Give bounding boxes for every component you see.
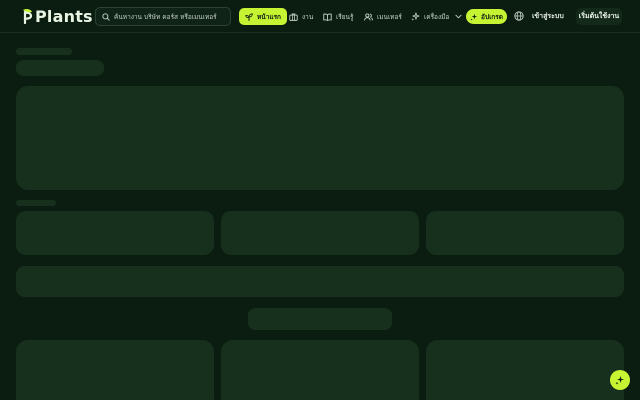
nav-item-mentors[interactable]: เมนเทอร์ (364, 8, 402, 25)
users-icon (364, 12, 373, 21)
nav-item-label: เรียนรู้ (336, 12, 354, 21)
skeleton-banner (16, 266, 624, 297)
chevron-down-icon (455, 14, 462, 19)
top-nav: Plants หน้าแรก (0, 0, 640, 33)
skeleton-heading (16, 60, 104, 76)
sparkle-icon (411, 12, 420, 21)
login-link[interactable]: เข้าสู่ระบบ (532, 11, 564, 22)
sparkle-icon (615, 376, 624, 385)
nav-item-tools[interactable]: เครื่องมือ (411, 8, 462, 25)
get-started-label: เริ่มต้นใช้งาน (578, 12, 620, 20)
search-icon (102, 12, 110, 21)
skeleton-card (221, 340, 419, 400)
skeleton-card (16, 340, 214, 400)
skeleton-eyebrow (16, 48, 72, 55)
nav-item-learn[interactable]: เรียนรู้ (323, 8, 353, 25)
upgrade-label: อัปเกรด (481, 12, 503, 21)
upgrade-button[interactable]: อัปเกรด (466, 9, 507, 24)
globe-icon[interactable] (514, 11, 524, 21)
nav-item-home[interactable]: หน้าแรก (239, 8, 287, 25)
leaf-logo-icon (23, 8, 33, 24)
brand-logo[interactable]: Plants (22, 5, 93, 27)
nav-item-label: หน้าแรก (257, 12, 281, 21)
briefcase-icon (289, 12, 298, 21)
skeleton-tab-bar (248, 308, 392, 330)
sprout-icon (245, 12, 253, 21)
search-input[interactable] (114, 9, 230, 24)
sparkle-icon (470, 13, 478, 21)
page: Plants หน้าแรก (0, 0, 640, 400)
skeleton-card (426, 211, 624, 255)
nav-item-label: เมนเทอร์ (377, 12, 402, 21)
get-started-button[interactable]: เริ่มต้นใช้งาน (576, 8, 622, 25)
skeleton-hero (16, 86, 624, 190)
skeleton-card (426, 340, 624, 400)
ai-assistant-button[interactable] (610, 370, 630, 390)
book-icon (323, 13, 332, 21)
search-box[interactable] (95, 7, 231, 26)
skeleton-card (16, 211, 214, 255)
skeleton-card (221, 211, 419, 255)
brand-name: Plants (35, 6, 93, 26)
nav-item-label: เครื่องมือ (424, 12, 450, 21)
nav-item-jobs[interactable]: งาน (289, 8, 313, 25)
nav-item-label: งาน (302, 12, 314, 21)
skeleton-section-label (16, 200, 56, 206)
